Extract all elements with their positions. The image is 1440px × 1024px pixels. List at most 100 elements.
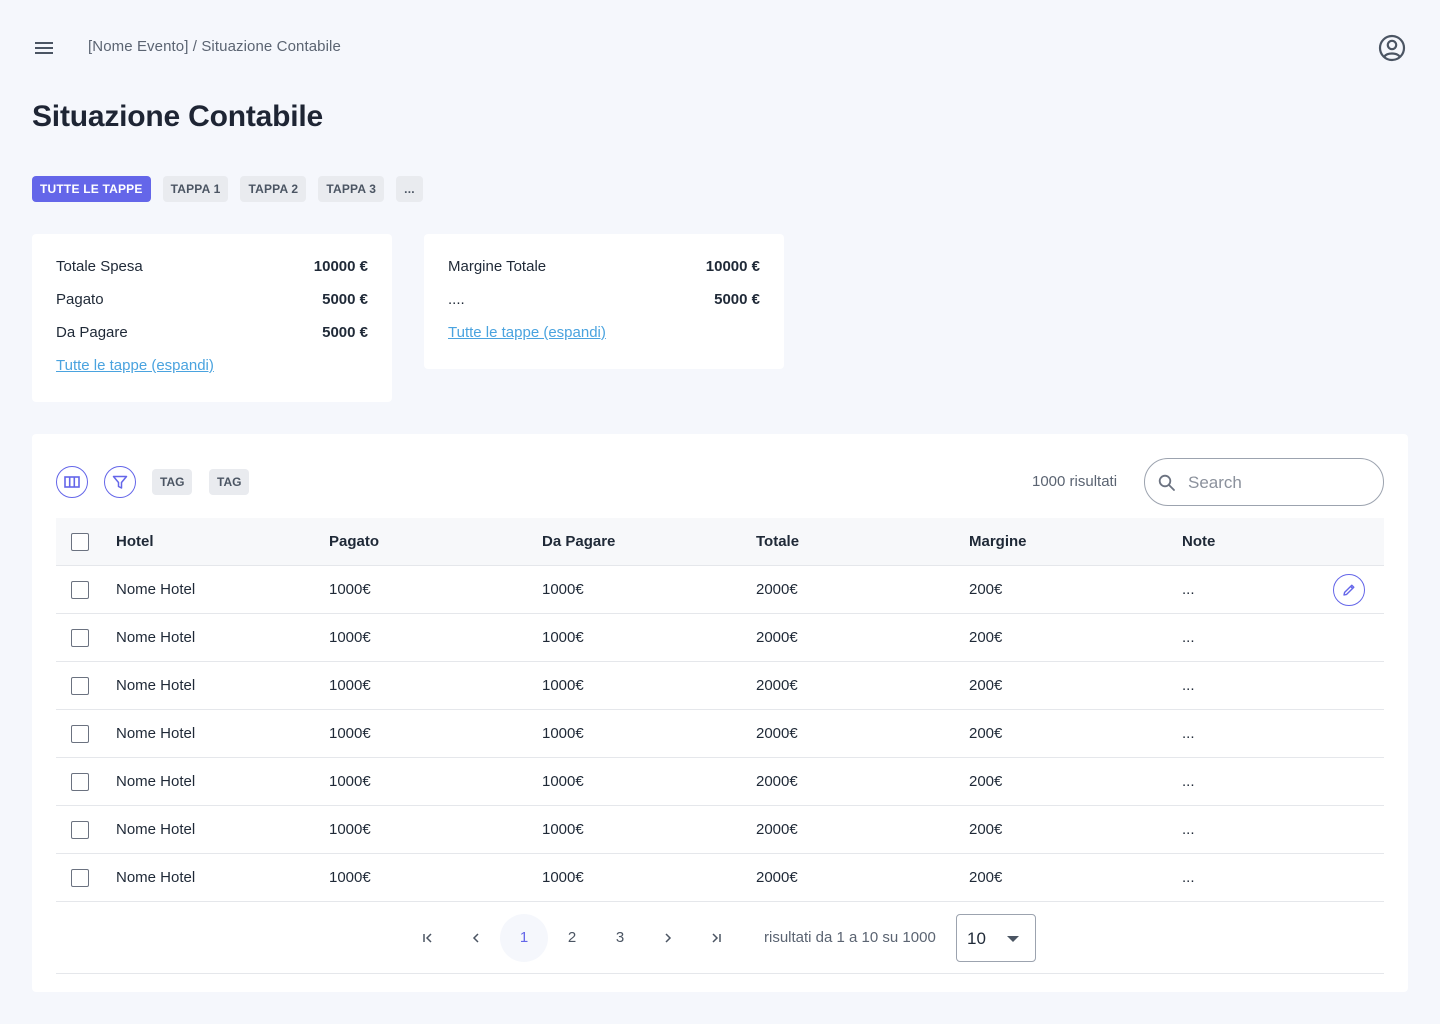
column-header-pagato[interactable]: Pagato [329,518,379,566]
cell-hotel: Nome Hotel [116,821,196,838]
cell-hotel: Nome Hotel [116,869,196,886]
row-checkbox[interactable] [71,581,89,599]
cell-hotel: Nome Hotel [116,677,196,694]
columns-button[interactable] [56,466,88,498]
table-panel: TAG TAG 1000 risultati Hotel Pagato Da Pag… [32,434,1408,992]
next-page-button[interactable] [644,914,692,962]
cell-note: ... [1182,773,1195,790]
last-page-icon [712,933,721,943]
column-header-margine[interactable]: Margine [969,518,1027,566]
table-header: Hotel Pagato Da Pagare Totale Margine Note [56,518,1384,566]
cell-da-pagare: 1000€ [542,725,584,742]
menu-button[interactable] [32,36,56,60]
cell-note: ... [1182,869,1195,886]
last-page-button[interactable] [692,914,740,962]
table-row: Nome Hotel 1000€ 1000€ 2000€ 200€... [56,566,1384,614]
first-page-button[interactable] [404,914,452,962]
cell-totale: 2000€ [756,869,798,886]
summary-value: 5000 € [322,291,368,308]
row-checkbox[interactable] [71,725,89,743]
filter-button[interactable] [104,466,136,498]
pagination: 1 2 3 risultati da 1 a 10 su 1000 10 [56,902,1384,974]
cell-margine: 200€ [969,869,1003,886]
stage-tabs: TUTTE LE TAPPE TAPPA 1 TAPPA 2 TAPPA 3... [32,176,423,202]
cell-note: ... [1182,677,1195,694]
cell-totale: 2000€ [756,677,798,694]
row-checkbox[interactable] [71,629,89,647]
chevron-left-icon [472,933,479,943]
cell-pagato: 1000€ [329,821,371,838]
table-row: Nome Hotel 1000€ 1000€ 2000€ 200€... [56,662,1384,710]
cell-margine: 200€ [969,677,1003,694]
stage-tab-1[interactable]: TAPPA 1 [162,176,229,202]
column-header-da-pagare[interactable]: Da Pagare [542,518,615,566]
cell-pagato: 1000€ [329,629,371,646]
table-row: Nome Hotel 1000€ 1000€ 2000€ 200€... [56,710,1384,758]
results-count: 1000 risultati [1032,473,1118,490]
pencil-icon [1343,584,1355,596]
table-row: Nome Hotel 1000€ 1000€ 2000€ 200€... [56,614,1384,662]
summary-row: .... 5000 € [448,291,760,311]
tag-chip-1[interactable]: TAG [152,469,193,495]
search-icon [1157,473,1177,493]
summary-label: Pagato [56,291,104,308]
cell-totale: 2000€ [756,629,798,646]
first-page-icon [423,933,432,943]
row-checkbox[interactable] [71,869,89,887]
page-size-value: 10 [967,929,986,948]
stage-tab-0[interactable]: TUTTE LE TAPPE [32,176,151,202]
breadcrumb: [Nome Evento] / Situazione Contabile [88,38,341,55]
search-input[interactable] [1188,471,1368,495]
filter-icon [112,475,128,489]
top-bar: [Nome Evento] / Situazione Contabile [0,0,1440,96]
page-size-select[interactable]: 10 [956,914,1036,962]
summary-label: Da Pagare [56,324,128,341]
cell-hotel: Nome Hotel [116,725,196,742]
edit-row-button[interactable] [1333,574,1365,606]
prev-page-button[interactable] [452,914,500,962]
cell-totale: 2000€ [756,773,798,790]
cell-da-pagare: 1000€ [542,869,584,886]
cell-hotel: Nome Hotel [116,581,196,598]
table-row: Nome Hotel 1000€ 1000€ 2000€ 200€... [56,806,1384,854]
column-header-note[interactable]: Note [1182,518,1215,566]
row-checkbox[interactable] [71,677,89,695]
account-button[interactable] [1376,32,1408,64]
cell-margine: 200€ [969,725,1003,742]
cell-hotel: Nome Hotel [116,773,196,790]
select-all-checkbox[interactable] [71,533,89,551]
summary-row: Da Pagare 5000 € [56,324,368,344]
stage-tab-3[interactable]: TAPPA 3 [318,176,385,202]
cell-margine: 200€ [969,581,1003,598]
column-header-totale[interactable]: Totale [756,518,799,566]
cell-margine: 200€ [969,773,1003,790]
cell-da-pagare: 1000€ [542,677,584,694]
tag-chip-2[interactable]: TAG [209,469,250,495]
cell-note: ... [1182,821,1195,838]
expand-stages-link[interactable]: Tutte le tappe (espandi) [56,357,214,374]
summary-row: Margine Totale 10000 € [448,258,760,278]
account-circle-icon [1378,34,1406,62]
stage-tab-4[interactable]: ... [396,176,423,202]
search-box [1144,458,1384,506]
cell-totale: 2000€ [756,725,798,742]
summary-value: 10000 € [705,258,760,275]
page-button-1[interactable]: 1 [500,914,548,962]
hamburger-menu-icon [35,42,53,54]
page-button-3[interactable]: 3 [596,914,644,962]
column-header-hotel[interactable]: Hotel [116,518,154,566]
cell-pagato: 1000€ [329,677,371,694]
summary-card-spesa: Totale Spesa 10000 € Pagato 5000 € Da Pagare… [32,234,392,402]
summary-label: Totale Spesa [56,258,143,275]
page-button-2[interactable]: 2 [548,914,596,962]
stage-tab-2[interactable]: TAPPA 2 [240,176,307,202]
row-checkbox[interactable] [71,821,89,839]
cell-note: ... [1182,629,1195,646]
row-checkbox[interactable] [71,773,89,791]
expand-stages-link[interactable]: Tutte le tappe (espandi) [448,324,606,341]
table-row: Nome Hotel 1000€ 1000€ 2000€ 200€... [56,758,1384,806]
cell-totale: 2000€ [756,821,798,838]
cell-note: ... [1182,725,1195,742]
summary-row: Totale Spesa 10000 € [56,258,368,278]
cell-totale: 2000€ [756,581,798,598]
